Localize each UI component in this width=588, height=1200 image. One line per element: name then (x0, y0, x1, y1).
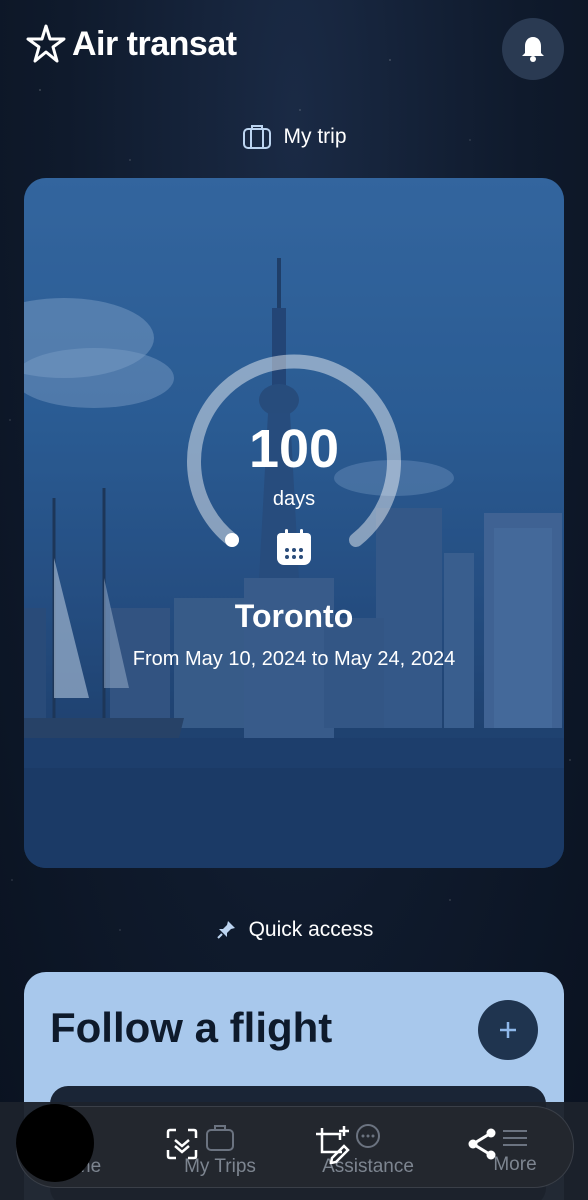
quick-access-heading: Quick access (0, 918, 588, 942)
app-screen: Air transat My trip 100 days Toronto Fro… (0, 0, 588, 1200)
suitcase-icon (206, 1125, 234, 1151)
toronto-skyline-image (24, 178, 564, 868)
notifications-button[interactable] (502, 18, 564, 80)
brand-name: Air transat (72, 24, 237, 63)
trip-date-range: From May 10, 2024 to May 24, 2024 (132, 648, 456, 670)
quick-access-title: Quick access (248, 918, 374, 941)
crop-edit-icon[interactable] (312, 1124, 352, 1164)
suitcase-icon (242, 125, 271, 149)
plus-icon (500, 1022, 516, 1038)
destination-city: Toronto (234, 598, 354, 634)
brand-logo: Air transat (24, 22, 237, 66)
my-trip-heading: My trip (0, 124, 588, 150)
countdown-days-label: days (272, 488, 316, 510)
share-icon[interactable] (464, 1126, 500, 1162)
bell-icon (522, 37, 544, 62)
my-trip-title: My trip (283, 125, 347, 148)
scan-select-icon[interactable] (164, 1126, 200, 1162)
menu-icon (503, 1130, 527, 1146)
header: Air transat (0, 0, 588, 100)
follow-flight-title: Follow a flight (50, 1004, 333, 1051)
add-flight-button[interactable] (478, 1000, 538, 1060)
pin-icon (216, 921, 235, 939)
chat-icon (356, 1124, 380, 1148)
calendar-icon (277, 529, 311, 565)
trip-card[interactable]: 100 days Toronto From May 10, 2024 to Ma… (24, 178, 564, 868)
star-logo-icon (26, 24, 66, 63)
home-icon[interactable] (16, 1104, 94, 1182)
countdown-days-value: 100 (248, 419, 340, 479)
